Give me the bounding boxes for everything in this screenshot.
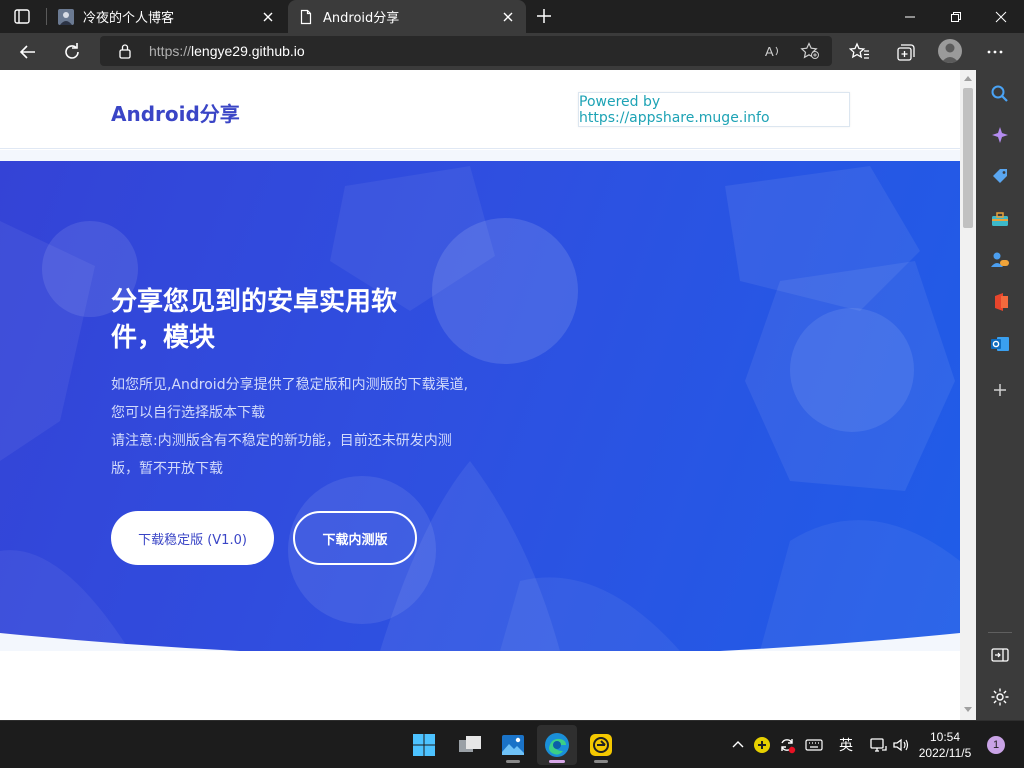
office-icon[interactable]: [990, 292, 1010, 312]
keyboard-icon[interactable]: [804, 735, 824, 755]
page-scrollbar[interactable]: [960, 70, 976, 720]
page-viewport: Android分享 Powered by https://appshare.mu…: [0, 70, 960, 720]
download-beta-button[interactable]: 下载内测版: [293, 511, 417, 565]
notification-badge[interactable]: 1: [987, 736, 1005, 754]
shopping-tag-icon[interactable]: [990, 167, 1010, 187]
close-tab-icon[interactable]: [260, 9, 276, 25]
restore-icon: [951, 11, 961, 22]
content-area: [0, 651, 960, 720]
site-brand[interactable]: Android分享: [111, 98, 240, 127]
outlook-icon[interactable]: [990, 334, 1010, 354]
qq-app-icon: [590, 734, 612, 756]
app-running-indicator: [594, 760, 608, 763]
close-tab-icon[interactable]: [500, 9, 516, 25]
lock-icon[interactable]: [118, 43, 132, 59]
scroll-down-icon[interactable]: [964, 707, 972, 713]
hero-description: 如您所见,Android分享提供了稳定版和内测版的下载渠道,您可以自行选择版本下…: [111, 371, 471, 483]
url-host: lengye29.github.io: [191, 43, 305, 59]
tab-blog[interactable]: 冷夜的个人博客: [48, 0, 286, 33]
svg-text:A: A: [765, 44, 774, 59]
network-icon[interactable]: [868, 735, 888, 755]
navigation-bar: https://lengye29.github.io A: [0, 33, 1024, 70]
discover-sparkle-icon[interactable]: [990, 125, 1010, 145]
close-window-button[interactable]: [978, 0, 1024, 33]
new-tab-icon[interactable]: [534, 6, 554, 26]
task-view-icon: [459, 736, 481, 752]
hide-sidebar-icon[interactable]: [990, 645, 1010, 665]
search-icon[interactable]: [990, 84, 1010, 104]
tools-toolbox-icon[interactable]: [990, 209, 1010, 229]
restore-button[interactable]: [933, 0, 979, 33]
clock-date: 2022/11/5: [918, 746, 972, 760]
tab-title: 冷夜的个人博客: [83, 11, 175, 26]
page-document-icon: [300, 9, 312, 24]
tab-strip: 冷夜的个人博客 Android分享: [0, 0, 1024, 33]
volume-icon[interactable]: [891, 735, 911, 755]
minimize-icon: [905, 16, 915, 17]
hero-desc-line: 请注意:内测版含有不稳定的新功能，目前还未研发内测版，暂不开放下载: [111, 433, 452, 477]
edge-app-button[interactable]: [537, 725, 577, 765]
back-icon[interactable]: [16, 40, 40, 64]
hero-section: 分享您见到的安卓实用软件，模块 如您所见,Android分享提供了稳定版和内测版…: [0, 161, 960, 651]
task-view-button[interactable]: [450, 725, 490, 765]
app-active-indicator: [549, 760, 565, 763]
tab-actions-button[interactable]: [10, 6, 34, 28]
tray-app-icon[interactable]: [752, 735, 772, 755]
address-bar[interactable]: https://lengye29.github.io A: [100, 36, 832, 66]
start-button[interactable]: [404, 725, 444, 765]
hero-title: 分享您见到的安卓实用软件，模块: [111, 287, 398, 353]
hero-top-strip: [0, 150, 960, 161]
scroll-up-icon[interactable]: [964, 75, 972, 81]
chevron-up-icon[interactable]: [728, 735, 748, 755]
sync-icon[interactable]: [777, 735, 797, 755]
favorites-icon[interactable]: [849, 41, 871, 63]
tab-android-share[interactable]: Android分享: [288, 0, 526, 33]
collections-icon[interactable]: [894, 41, 916, 63]
tab-title: Android分享: [323, 11, 400, 26]
scrollbar-thumb[interactable]: [963, 88, 973, 228]
url-scheme: https://: [149, 43, 192, 59]
tab-separator: [46, 8, 47, 25]
download-stable-button[interactable]: 下载稳定版 (V1.0): [111, 511, 274, 565]
read-aloud-icon[interactable]: A: [764, 43, 782, 59]
tab-actions-icon: [14, 9, 30, 24]
clock-time: 10:54: [929, 730, 961, 744]
qq-app-button[interactable]: [581, 725, 621, 765]
url-text[interactable]: https://lengye29.github.io: [149, 43, 305, 59]
powered-by-badge[interactable]: Powered by https://appshare.muge.info: [578, 92, 850, 127]
sidebar-divider: [988, 632, 1012, 633]
hero-desc-line: 如您所见,Android分享提供了稳定版和内测版的下载渠道,您可以自行选择版本下…: [111, 377, 469, 421]
settings-more-icon[interactable]: [984, 41, 1006, 63]
refresh-icon[interactable]: [60, 40, 84, 64]
add-favorite-icon[interactable]: [800, 42, 820, 60]
photos-icon: [502, 735, 524, 755]
profile-avatar[interactable]: [938, 39, 962, 63]
edge-sidebar: [976, 70, 1024, 720]
windows-logo-icon: [413, 734, 435, 756]
minimize-button[interactable]: [887, 0, 933, 33]
edge-browser-icon: [545, 733, 569, 757]
games-icon[interactable]: [990, 250, 1010, 270]
windows-taskbar: 英 10:54 2022/11/5 1: [0, 720, 1024, 768]
close-icon: [995, 11, 1007, 22]
add-icon[interactable]: [990, 380, 1010, 400]
gear-icon[interactable]: [990, 687, 1010, 707]
site-header: Android分享 Powered by https://appshare.mu…: [0, 70, 960, 149]
photos-app-button[interactable]: [493, 725, 533, 765]
system-clock[interactable]: 10:54 2022/11/5: [912, 729, 978, 761]
ime-language-indicator[interactable]: 英: [836, 735, 856, 755]
app-running-indicator: [506, 760, 520, 763]
person-icon: [941, 43, 959, 63]
blog-favicon-icon: [58, 8, 74, 25]
